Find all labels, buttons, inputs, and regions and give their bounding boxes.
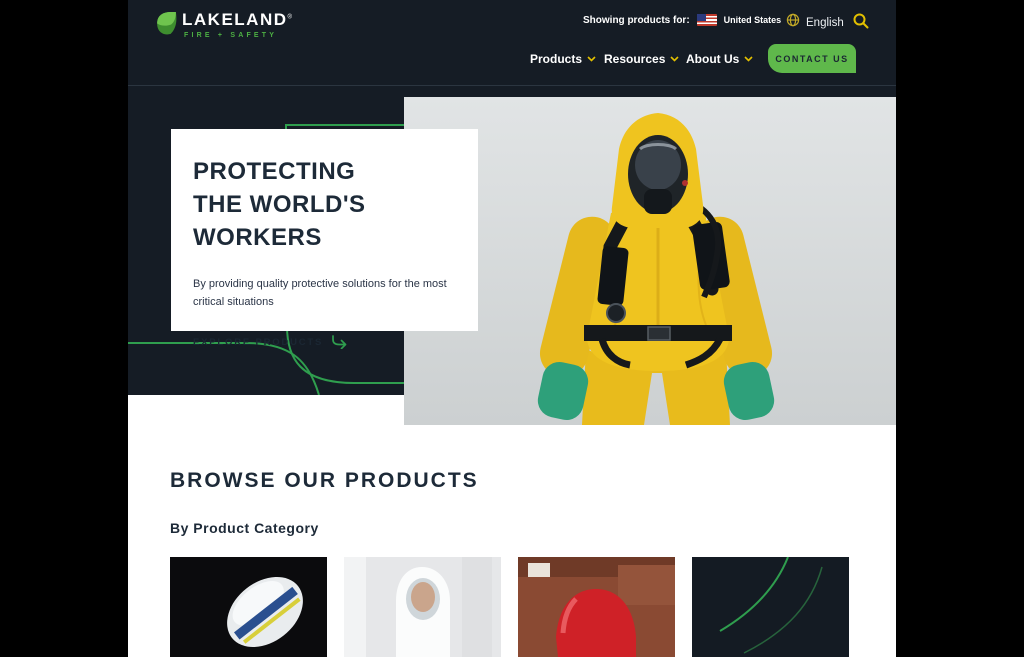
region-value: United States: [724, 15, 782, 25]
language-selector[interactable]: English: [786, 13, 844, 32]
brand-logo[interactable]: LAKELAND® FIRE + SAFETY: [155, 11, 292, 41]
hero-section: PROTECTING THE WORLD'S WORKERS By provid…: [128, 86, 896, 395]
search-icon: [853, 13, 869, 29]
registered-mark: ®: [288, 15, 292, 21]
brand-tagline: FIRE + SAFETY: [184, 32, 292, 39]
category-card-fire-service[interactable]: [170, 557, 327, 657]
leaf-logo-icon: [155, 11, 178, 41]
brand-name: LAKELAND: [182, 10, 288, 29]
category-card-hard-hat[interactable]: [518, 557, 675, 657]
browse-subsection-title: By Product Category: [170, 520, 896, 536]
hero-subtitle: By providing quality protective solution…: [193, 275, 455, 311]
language-label: English: [806, 17, 844, 29]
cleanroom-worker-image: [344, 557, 501, 657]
browse-products-section: BROWSE OUR PRODUCTS By Product Category: [128, 395, 896, 657]
site-header: LAKELAND® FIRE + SAFETY Showing products…: [128, 0, 896, 86]
contact-us-button[interactable]: CONTACT US: [768, 44, 856, 73]
red-hard-hat-image: [518, 557, 675, 657]
product-category-cards: [170, 557, 896, 657]
firefighter-helmet-image: [170, 557, 327, 657]
chevron-down-icon: [670, 56, 679, 62]
region-label: Showing products for:: [583, 15, 690, 26]
browse-section-title: BROWSE OUR PRODUCTS: [170, 469, 896, 493]
category-card-cleanroom[interactable]: [344, 557, 501, 657]
chevron-down-icon: [587, 56, 596, 62]
us-flag-icon: [697, 14, 717, 26]
chevron-down-icon: [744, 56, 753, 62]
nav-item-products[interactable]: Products: [530, 52, 596, 66]
search-button[interactable]: [853, 13, 869, 29]
hero-text-card: PROTECTING THE WORLD'S WORKERS By provid…: [171, 129, 478, 331]
globe-icon: [786, 13, 800, 32]
nav-item-resources[interactable]: Resources: [604, 52, 679, 66]
nav-item-about-us[interactable]: About Us: [686, 52, 753, 66]
hero-title: PROTECTING THE WORLD'S WORKERS: [193, 155, 456, 254]
category-card-abstract[interactable]: [692, 557, 849, 657]
abstract-green-lines-image: [692, 557, 849, 657]
region-selector[interactable]: Showing products for: United States: [583, 14, 781, 26]
explore-products-link[interactable]: EXPLORE PRODUCTS: [193, 335, 456, 349]
page: LAKELAND® FIRE + SAFETY Showing products…: [128, 0, 896, 576]
arrow-right-icon: [331, 335, 348, 349]
